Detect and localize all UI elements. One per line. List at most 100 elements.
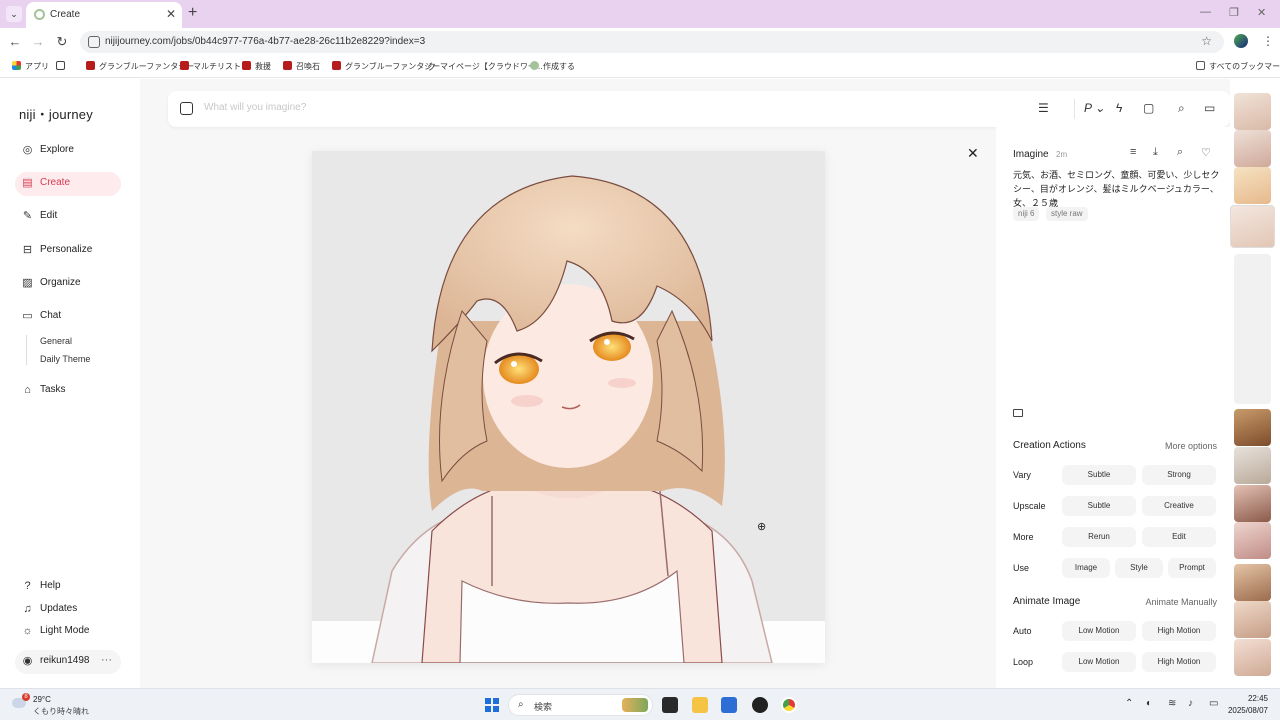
upscale-subtle-button[interactable]: Subtle <box>1062 496 1136 516</box>
nav-personalize[interactable]: ⊟ Personalize <box>15 239 121 263</box>
thumbnail[interactable] <box>1234 639 1271 676</box>
folder-icon[interactable] <box>1013 409 1023 417</box>
more-dots-icon[interactable]: ··· <box>101 654 112 666</box>
animate-manually-link[interactable]: Animate Manually <box>1145 597 1217 607</box>
close-viewer-icon[interactable]: ✕ <box>967 145 979 162</box>
chat-room-general[interactable]: General <box>40 336 72 346</box>
upscale-creative-button[interactable]: Creative <box>1142 496 1216 516</box>
thumbnail[interactable] <box>1234 485 1271 522</box>
tray-app-icon[interactable]: ◐ <box>1146 698 1152 709</box>
personalize-toggle-icon[interactable]: P ⌄ <box>1084 101 1105 115</box>
app-logo[interactable]: niji・journey <box>19 104 93 123</box>
clock-date[interactable]: 2025/08/07 <box>1226 706 1268 715</box>
bookmark-item[interactable]: マルチリスト <box>180 61 241 72</box>
tab-search-icon[interactable]: ⌄ <box>6 6 22 22</box>
windows-start-icon[interactable] <box>485 698 499 712</box>
nav-edit[interactable]: ✎ Edit <box>15 205 121 229</box>
restore-icon[interactable]: ❐ <box>1229 6 1239 19</box>
vary-subtle-button[interactable]: Subtle <box>1062 465 1136 485</box>
thumbnail-selected[interactable] <box>1230 205 1275 248</box>
param-chip[interactable]: niji 6 <box>1013 207 1040 221</box>
nav-create[interactable]: ▤ Create <box>15 172 121 196</box>
bookmark-item[interactable]: グランブルーファンタジー <box>332 61 440 72</box>
bookmark-item[interactable]: 救援 <box>242 61 271 72</box>
bookmark-item[interactable]: クマイページ【クラウドワー... <box>427 61 543 72</box>
use-style-button[interactable]: Style <box>1115 558 1163 578</box>
app-icon[interactable] <box>752 697 768 713</box>
url-text[interactable]: nijijourney.com/jobs/0b44c977-776a-4b77-… <box>105 36 425 47</box>
thumbnail[interactable] <box>1234 130 1271 167</box>
clock-time[interactable]: 22:45 <box>1244 694 1268 703</box>
use-prompt-button[interactable]: Prompt <box>1168 558 1216 578</box>
new-tab-icon[interactable]: + <box>188 4 197 22</box>
loop-low-motion-button[interactable]: Low Motion <box>1062 652 1136 672</box>
add-image-icon[interactable] <box>180 102 193 115</box>
generated-image[interactable] <box>312 151 825 663</box>
list-icon[interactable]: ≡ <box>1130 146 1136 158</box>
file-explorer-icon[interactable] <box>692 697 708 713</box>
more-options-link[interactable]: More options <box>1165 441 1217 451</box>
vary-strong-button[interactable]: Strong <box>1142 465 1216 485</box>
nav-tasks[interactable]: ⌂ Tasks <box>15 379 121 403</box>
profile-avatar-icon[interactable] <box>1234 34 1248 48</box>
chrome-icon[interactable] <box>781 697 797 713</box>
thumbnail[interactable] <box>1234 167 1271 204</box>
bookmark-item[interactable]: グランブルーファンタジー <box>86 61 194 72</box>
reload-icon[interactable]: ↻ <box>54 34 70 50</box>
heart-icon[interactable]: ♡ <box>1201 146 1211 159</box>
prompt-bar[interactable]: What will you imagine? ☰ P ⌄ ϟ ▢ ⌕ ▭ <box>168 91 1230 127</box>
thumbnail[interactable] <box>1234 601 1271 638</box>
site-info-icon[interactable] <box>88 36 100 48</box>
chat-bubble-icon[interactable]: ▢ <box>1143 101 1154 115</box>
battery-icon[interactable]: ▭ <box>1209 698 1218 709</box>
tab-close-icon[interactable]: ✕ <box>166 7 176 21</box>
prompt-text[interactable]: 元気、お酒、セミロング、童顔、可愛い、少しセクシー、目がオレンジ、髪はミルクベー… <box>1013 168 1223 210</box>
thumbnail[interactable] <box>1234 409 1271 446</box>
search-icon[interactable]: ⌕ <box>1178 101 1185 116</box>
nav-updates[interactable]: ♫ Updates <box>15 598 121 622</box>
nav-help[interactable]: ? Help <box>15 575 121 599</box>
edit-button[interactable]: Edit <box>1142 527 1216 547</box>
nav-organize[interactable]: ▨ Organize <box>15 272 121 296</box>
nav-explore[interactable]: ◎ Explore <box>15 139 121 163</box>
bookmark-star-icon[interactable]: ☆ <box>1201 34 1212 48</box>
tray-chevron-icon[interactable]: ⌃ <box>1125 698 1133 709</box>
thumbnail[interactable] <box>1234 564 1271 601</box>
nav-chat[interactable]: ▭ Chat <box>15 305 121 329</box>
wifi-icon[interactable]: ≋ <box>1168 698 1176 709</box>
loop-high-motion-button[interactable]: High Motion <box>1142 652 1216 672</box>
thumbnail[interactable] <box>1234 522 1271 559</box>
auto-high-motion-button[interactable]: High Motion <box>1142 621 1216 641</box>
browser-menu-icon[interactable]: ⋮ <box>1262 34 1274 48</box>
taskbar-search[interactable]: ⌕ 検索 <box>508 694 653 716</box>
bookmark-item[interactable]: 召喚石 <box>283 61 320 72</box>
minimize-icon[interactable]: — <box>1200 6 1211 18</box>
bookmark-apps[interactable]: アプリ <box>12 61 49 72</box>
folder-icon[interactable]: ▭ <box>1204 101 1215 115</box>
use-image-button[interactable]: Image <box>1062 558 1110 578</box>
weather-temp[interactable]: 29°C <box>33 695 51 704</box>
back-icon[interactable]: ← <box>7 34 23 49</box>
thumbnail[interactable] <box>1234 93 1271 130</box>
all-bookmarks[interactable]: すべてのブックマーク <box>1196 61 1280 72</box>
nav-light-mode[interactable]: ☼ Light Mode <box>15 620 121 644</box>
prompt-input[interactable]: What will you imagine? <box>204 102 306 113</box>
browser-tab[interactable]: Create ✕ <box>26 2 182 28</box>
weather-desc[interactable]: くもり時々晴れ <box>33 706 89 717</box>
download-icon[interactable]: ⤓ <box>1153 146 1158 159</box>
rerun-button[interactable]: Rerun <box>1062 527 1136 547</box>
store-icon[interactable] <box>721 697 737 713</box>
search-similar-icon[interactable]: ⌕ <box>1177 146 1183 159</box>
auto-low-motion-button[interactable]: Low Motion <box>1062 621 1136 641</box>
settings-sliders-icon[interactable]: ☰ <box>1038 101 1049 115</box>
address-bar[interactable]: nijijourney.com/jobs/0b44c977-776a-4b77-… <box>80 31 1224 53</box>
chat-room-daily-theme[interactable]: Daily Theme <box>40 354 90 364</box>
param-chip[interactable]: style raw <box>1046 207 1088 221</box>
task-view-icon[interactable] <box>662 697 678 713</box>
volume-icon[interactable]: ♪ <box>1188 698 1193 709</box>
user-menu[interactable]: ◉ reikun1498 ··· <box>15 650 121 674</box>
bookmark-grid[interactable] <box>56 61 69 71</box>
window-close-icon[interactable]: ✕ <box>1257 6 1266 19</box>
lightning-icon[interactable]: ϟ <box>1116 101 1122 115</box>
forward-icon[interactable]: → <box>30 34 46 49</box>
